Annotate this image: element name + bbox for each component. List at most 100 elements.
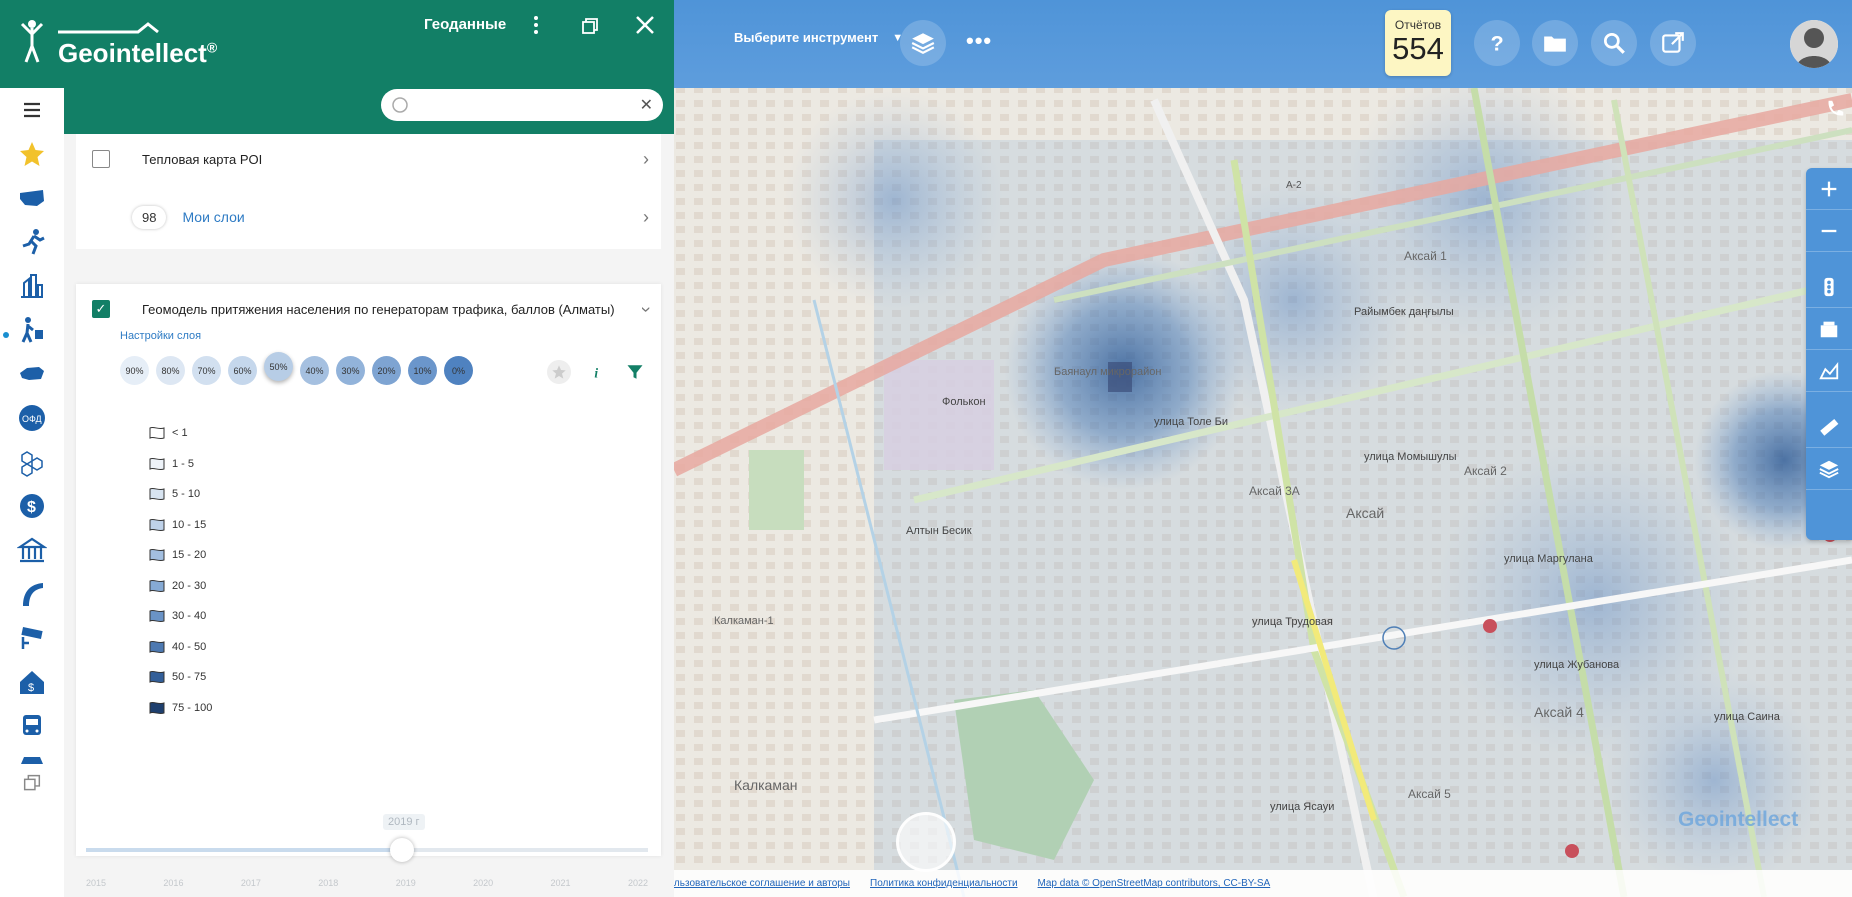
panel-restore-button[interactable] (580, 16, 600, 41)
opacity-option[interactable]: 0% (444, 356, 473, 385)
timeline-track[interactable] (86, 848, 648, 852)
traffic-light-button[interactable] (1806, 266, 1852, 308)
layers-stack-button[interactable] (1806, 448, 1852, 490)
traffic-generators-button[interactable] (0, 220, 64, 264)
zoom-out-button[interactable] (1806, 210, 1852, 252)
opacity-option[interactable]: 30% (336, 356, 365, 385)
timeline-year-label[interactable]: 2019 (396, 878, 416, 888)
layer-settings-link[interactable]: Настройки слоя (120, 330, 201, 342)
timeline-year-label[interactable]: 2017 (241, 878, 261, 888)
walker-icon (21, 317, 43, 343)
heatmap-checkbox[interactable] (92, 150, 110, 168)
more-horizontal-button[interactable]: ••• (966, 28, 992, 54)
transport-button[interactable] (0, 704, 64, 748)
layer-info-button[interactable]: i (585, 360, 609, 384)
layer-tools: i (547, 360, 647, 384)
map-label-baynaul: Баянаул микрорайон (1054, 366, 1161, 378)
map-canvas[interactable]: Фолькон Баянаул микрорайон Алтын Бесик К… (674, 0, 1852, 897)
opacity-option[interactable]: 90% (120, 356, 149, 385)
osm-attribution-link[interactable]: Map data © OpenStreetMap contributors, C… (1038, 878, 1271, 889)
ofd-button[interactable]: ОФД (0, 396, 64, 440)
timeline-year-label[interactable]: 2016 (163, 878, 183, 888)
opacity-option[interactable]: 50% (264, 352, 293, 381)
layer-filter-button[interactable] (623, 360, 647, 384)
layer-row-geomodel[interactable]: ✓ Геомодель притяжения населения по гене… (76, 294, 661, 324)
opacity-option[interactable]: 80% (156, 356, 185, 385)
camera-icon (21, 627, 43, 649)
legend-swatch-icon (149, 671, 165, 684)
map-label-aksai3a: Аксай 3А (1249, 484, 1300, 498)
buildings-button[interactable] (1806, 308, 1852, 350)
ruler-icon (1820, 418, 1839, 436)
chevron-right-icon[interactable]: › (643, 149, 649, 170)
help-button[interactable]: ? (1474, 20, 1520, 66)
opacity-option[interactable]: 20% (372, 356, 401, 385)
search-button[interactable] (1591, 20, 1637, 66)
chevron-right-icon[interactable]: › (643, 207, 649, 228)
legend-label: 30 - 40 (172, 610, 207, 623)
legend-item: 20 - 30 (148, 571, 212, 602)
geomodel-checkbox[interactable]: ✓ (92, 300, 110, 318)
real-estate-button[interactable]: $ (0, 660, 64, 704)
map-side-toolbar (1806, 168, 1852, 540)
folder-button[interactable] (1532, 20, 1578, 66)
timeline-year-label[interactable]: 2020 (473, 878, 493, 888)
map-label-zhubanova: улица Жубанова (1534, 659, 1620, 671)
ruler-button[interactable] (1806, 406, 1852, 448)
timeline-year-label[interactable]: 2021 (551, 878, 571, 888)
privacy-link[interactable]: Политика конфиденциальности (870, 878, 1018, 889)
cars-button[interactable] (0, 748, 64, 770)
russia-map-button[interactable] (0, 352, 64, 396)
user-avatar[interactable] (1790, 20, 1838, 68)
tool-select-label: Выберите инструмент (734, 30, 879, 45)
opacity-option[interactable]: 70% (192, 356, 221, 385)
agreement-link[interactable]: Пользовательское соглашение и авторы (674, 878, 850, 889)
zoom-in-button[interactable] (1806, 168, 1852, 210)
favorites-button[interactable] (0, 132, 64, 176)
menu-button[interactable] (0, 88, 64, 132)
runner-icon (22, 229, 45, 255)
map-label-momyshuly: улица Момышулы (1364, 451, 1457, 463)
chevron-down-icon[interactable]: › (636, 306, 657, 312)
panel-menu-button[interactable] (530, 12, 542, 43)
layer-search[interactable]: ✕ (381, 89, 663, 121)
timeline-year-label[interactable]: 2018 (318, 878, 338, 888)
layers-button[interactable] (900, 20, 946, 66)
bank-button[interactable] (0, 528, 64, 572)
favorite-layer-button[interactable] (547, 360, 571, 384)
phone-icon[interactable] (1824, 98, 1846, 125)
svg-text:$: $ (28, 682, 34, 694)
legend-item: 30 - 40 (148, 601, 212, 632)
reports-counter[interactable]: Отчётов 554 (1385, 10, 1451, 76)
map-label-aksai4: Аксай 4 (1534, 704, 1584, 720)
timeline-handle[interactable] (390, 838, 414, 862)
chart-layer-button[interactable] (1806, 350, 1852, 392)
map-label-kalkaman: Калкаман (734, 777, 797, 793)
layer-search-input[interactable] (417, 97, 640, 113)
roads-button[interactable] (0, 572, 64, 616)
map-view[interactable]: Фолькон Баянаул микрорайон Алтын Бесик К… (674, 0, 1852, 897)
city-button[interactable] (0, 264, 64, 308)
panel-close-button[interactable] (634, 14, 656, 41)
finance-button[interactable]: $ (0, 484, 64, 528)
copy-button[interactable] (0, 770, 64, 796)
legend-swatch-icon (149, 701, 165, 714)
layers-icon (911, 33, 935, 54)
cameras-button[interactable] (0, 616, 64, 660)
tool-select-dropdown[interactable]: Выберите инструмент ▼ (734, 30, 903, 45)
map-label-aksai2: Аксай 2 (1464, 464, 1507, 478)
city-icon (21, 274, 43, 298)
layer-row-heatmap[interactable]: Тепловая карта POI › (76, 144, 661, 174)
layer-row-my-layers[interactable]: 98 Мои слои › (76, 202, 661, 232)
opacity-option[interactable]: 40% (300, 356, 329, 385)
timeline-year-label[interactable]: 2015 (86, 878, 106, 888)
opacity-option[interactable]: 60% (228, 356, 257, 385)
pedestrian-button[interactable] (0, 308, 64, 352)
clear-search-icon[interactable]: ✕ (640, 95, 653, 115)
usa-map-button[interactable] (0, 176, 64, 220)
timeline-year-label[interactable]: 2022 (628, 878, 648, 888)
hexagon-grid-button[interactable] (0, 440, 64, 484)
opacity-option[interactable]: 10% (408, 356, 437, 385)
export-button[interactable] (1650, 20, 1696, 66)
map-orientation-control[interactable] (896, 812, 956, 872)
